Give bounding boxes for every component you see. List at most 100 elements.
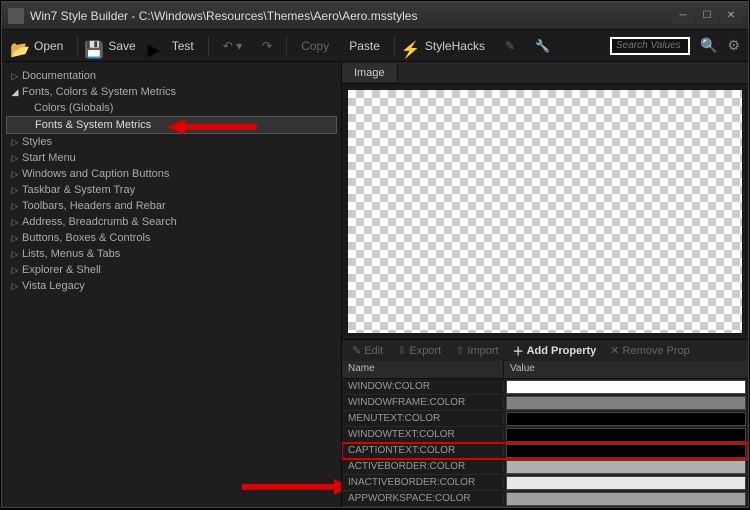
chevron-right-icon[interactable]: ▷ <box>10 249 20 260</box>
property-name: WINDOW:COLOR <box>342 381 504 392</box>
wrench-button[interactable]: 🔧 <box>527 36 558 56</box>
stylehacks-button[interactable]: StyleHacks <box>417 36 493 56</box>
tree-item[interactable]: ▷Address, Breadcrumb & Search <box>6 214 337 230</box>
tree-item[interactable]: ▷Taskbar & System Tray <box>6 182 337 198</box>
import-button[interactable]: ⇧Import <box>449 342 504 359</box>
property-value[interactable] <box>506 380 746 394</box>
property-row[interactable]: MENUTEXT:COLOR <box>342 411 748 427</box>
tree-item[interactable]: ▷Documentation <box>6 68 337 84</box>
chevron-right-icon[interactable]: ▷ <box>10 169 20 180</box>
undo-button[interactable]: ↶ ▾ <box>215 36 250 56</box>
property-row[interactable]: WINDOWFRAME:COLOR <box>342 395 748 411</box>
property-value[interactable] <box>506 492 746 506</box>
column-value[interactable]: Value <box>504 361 748 378</box>
chevron-right-icon[interactable]: ▷ <box>10 233 20 244</box>
tree-item-label: Documentation <box>22 70 96 82</box>
tree-item[interactable]: ▷Styles <box>6 134 337 150</box>
property-row[interactable]: CAPTIONTEXT:COLOR <box>342 443 748 459</box>
property-toolbar: ✎Edit ⇩Export ⇧Import ＋Add Property ✕Rem… <box>342 339 748 361</box>
property-row[interactable]: ACTIVEBORDER:COLOR <box>342 459 748 475</box>
property-value[interactable] <box>506 476 746 490</box>
separator <box>77 36 78 56</box>
tree-item[interactable]: Fonts & System Metrics <box>6 116 337 134</box>
separator <box>208 36 209 56</box>
property-name: CAPTIONTEXT:COLOR <box>342 445 504 456</box>
tree-item-label: Explorer & Shell <box>22 264 101 276</box>
add-property-button[interactable]: ＋Add Property <box>507 341 603 361</box>
minimize-button[interactable]: ─ <box>672 8 694 24</box>
maximize-button[interactable]: ☐ <box>696 8 718 24</box>
property-row[interactable]: WINDOW:COLOR <box>342 379 748 395</box>
close-button[interactable]: ✕ <box>720 8 742 24</box>
search-input[interactable] <box>610 37 690 55</box>
chevron-right-icon[interactable]: ▷ <box>10 217 20 228</box>
tree-item-label: Colors (Globals) <box>34 102 113 114</box>
tree-item-label: Address, Breadcrumb & Search <box>22 216 177 228</box>
test-button[interactable]: Test <box>164 36 202 56</box>
column-name[interactable]: Name <box>342 361 504 378</box>
property-value[interactable] <box>506 396 746 410</box>
chevron-right-icon[interactable]: ▷ <box>10 137 20 148</box>
export-button[interactable]: ⇩Export <box>391 342 447 359</box>
chevron-right-icon[interactable]: ▷ <box>10 281 20 292</box>
tab-image[interactable]: Image <box>342 64 398 82</box>
tree-item-label: Toolbars, Headers and Rebar <box>22 200 166 212</box>
redo-button[interactable]: ↷ <box>254 36 280 56</box>
paste-button[interactable]: Paste <box>341 36 388 56</box>
open-button[interactable]: Open <box>26 36 71 56</box>
tree-item[interactable]: ▷Vista Legacy <box>6 278 337 294</box>
property-value[interactable] <box>506 412 746 426</box>
tree-item[interactable]: Colors (Globals) <box>6 100 337 116</box>
tree-item[interactable]: ▷Explorer & Shell <box>6 262 337 278</box>
chevron-right-icon[interactable]: ▷ <box>10 265 20 276</box>
tree-item[interactable]: ▷Lists, Menus & Tabs <box>6 246 337 262</box>
property-row[interactable]: INACTIVEBORDER:COLOR <box>342 475 748 491</box>
tree-item-label: Start Menu <box>22 152 76 164</box>
open-icon: 📂 <box>10 40 22 52</box>
export-icon: ⇩ <box>397 344 406 357</box>
property-grid: Name Value WINDOW:COLOR WINDOWFRAME:COLOR… <box>342 361 748 507</box>
brush-button[interactable]: ✎ <box>497 36 523 56</box>
tree-item-label: Buttons, Boxes & Controls <box>22 232 150 244</box>
color-swatch <box>506 412 746 426</box>
chevron-right-icon[interactable]: ▷ <box>10 71 20 82</box>
window-title: Win7 Style Builder - C:\Windows\Resource… <box>30 9 672 23</box>
annotation-arrow-icon <box>242 477 342 497</box>
sidebar-tree: ▷Documentation◢Fonts, Colors & System Me… <box>2 62 342 507</box>
property-name: WINDOWFRAME:COLOR <box>342 397 504 408</box>
app-window: Win7 Style Builder - C:\Windows\Resource… <box>1 1 749 508</box>
property-value[interactable] <box>506 460 746 474</box>
tree-item-label: Windows and Caption Buttons <box>22 168 169 180</box>
remove-property-button[interactable]: ✕Remove Prop <box>604 342 695 359</box>
edit-button[interactable]: ✎Edit <box>346 342 389 359</box>
property-name: ACTIVEBORDER:COLOR <box>342 461 504 472</box>
tree-item[interactable]: ▷Start Menu <box>6 150 337 166</box>
remove-icon: ✕ <box>610 344 619 357</box>
save-button[interactable]: Save <box>100 36 143 56</box>
search-go-icon[interactable]: 🔍 <box>700 37 717 54</box>
test-icon: ▶ <box>148 40 160 52</box>
settings-icon[interactable]: ⚙ <box>727 37 740 54</box>
copy-button[interactable]: Copy <box>293 36 337 56</box>
chevron-right-icon[interactable]: ▷ <box>10 185 20 196</box>
property-value[interactable] <box>506 444 746 458</box>
right-pane: Image ✎Edit ⇩Export ⇧Import ＋Add Propert… <box>342 62 748 507</box>
tree-item[interactable]: ▷Windows and Caption Buttons <box>6 166 337 182</box>
property-row[interactable]: WINDOWTEXT:COLOR <box>342 427 748 443</box>
tree-item[interactable]: ◢Fonts, Colors & System Metrics <box>6 84 337 100</box>
chevron-right-icon[interactable]: ▷ <box>10 153 20 164</box>
property-value[interactable] <box>506 428 746 442</box>
color-swatch <box>506 476 746 490</box>
chevron-down-icon[interactable]: ◢ <box>10 87 20 98</box>
color-swatch <box>506 380 746 394</box>
tree-item-label: Taskbar & System Tray <box>22 184 135 196</box>
titlebar: Win7 Style Builder - C:\Windows\Resource… <box>2 2 748 30</box>
tree-item[interactable]: ▷Toolbars, Headers and Rebar <box>6 198 337 214</box>
property-name: APPWORKSPACE:COLOR <box>342 493 504 504</box>
chevron-right-icon[interactable]: ▷ <box>10 201 20 212</box>
tree-item[interactable]: ▷Buttons, Boxes & Controls <box>6 230 337 246</box>
property-row[interactable]: APPWORKSPACE:COLOR <box>342 491 748 507</box>
grid-header: Name Value <box>342 361 748 379</box>
tree-item-label: Vista Legacy <box>22 280 85 292</box>
add-icon: ＋ <box>513 343 524 359</box>
